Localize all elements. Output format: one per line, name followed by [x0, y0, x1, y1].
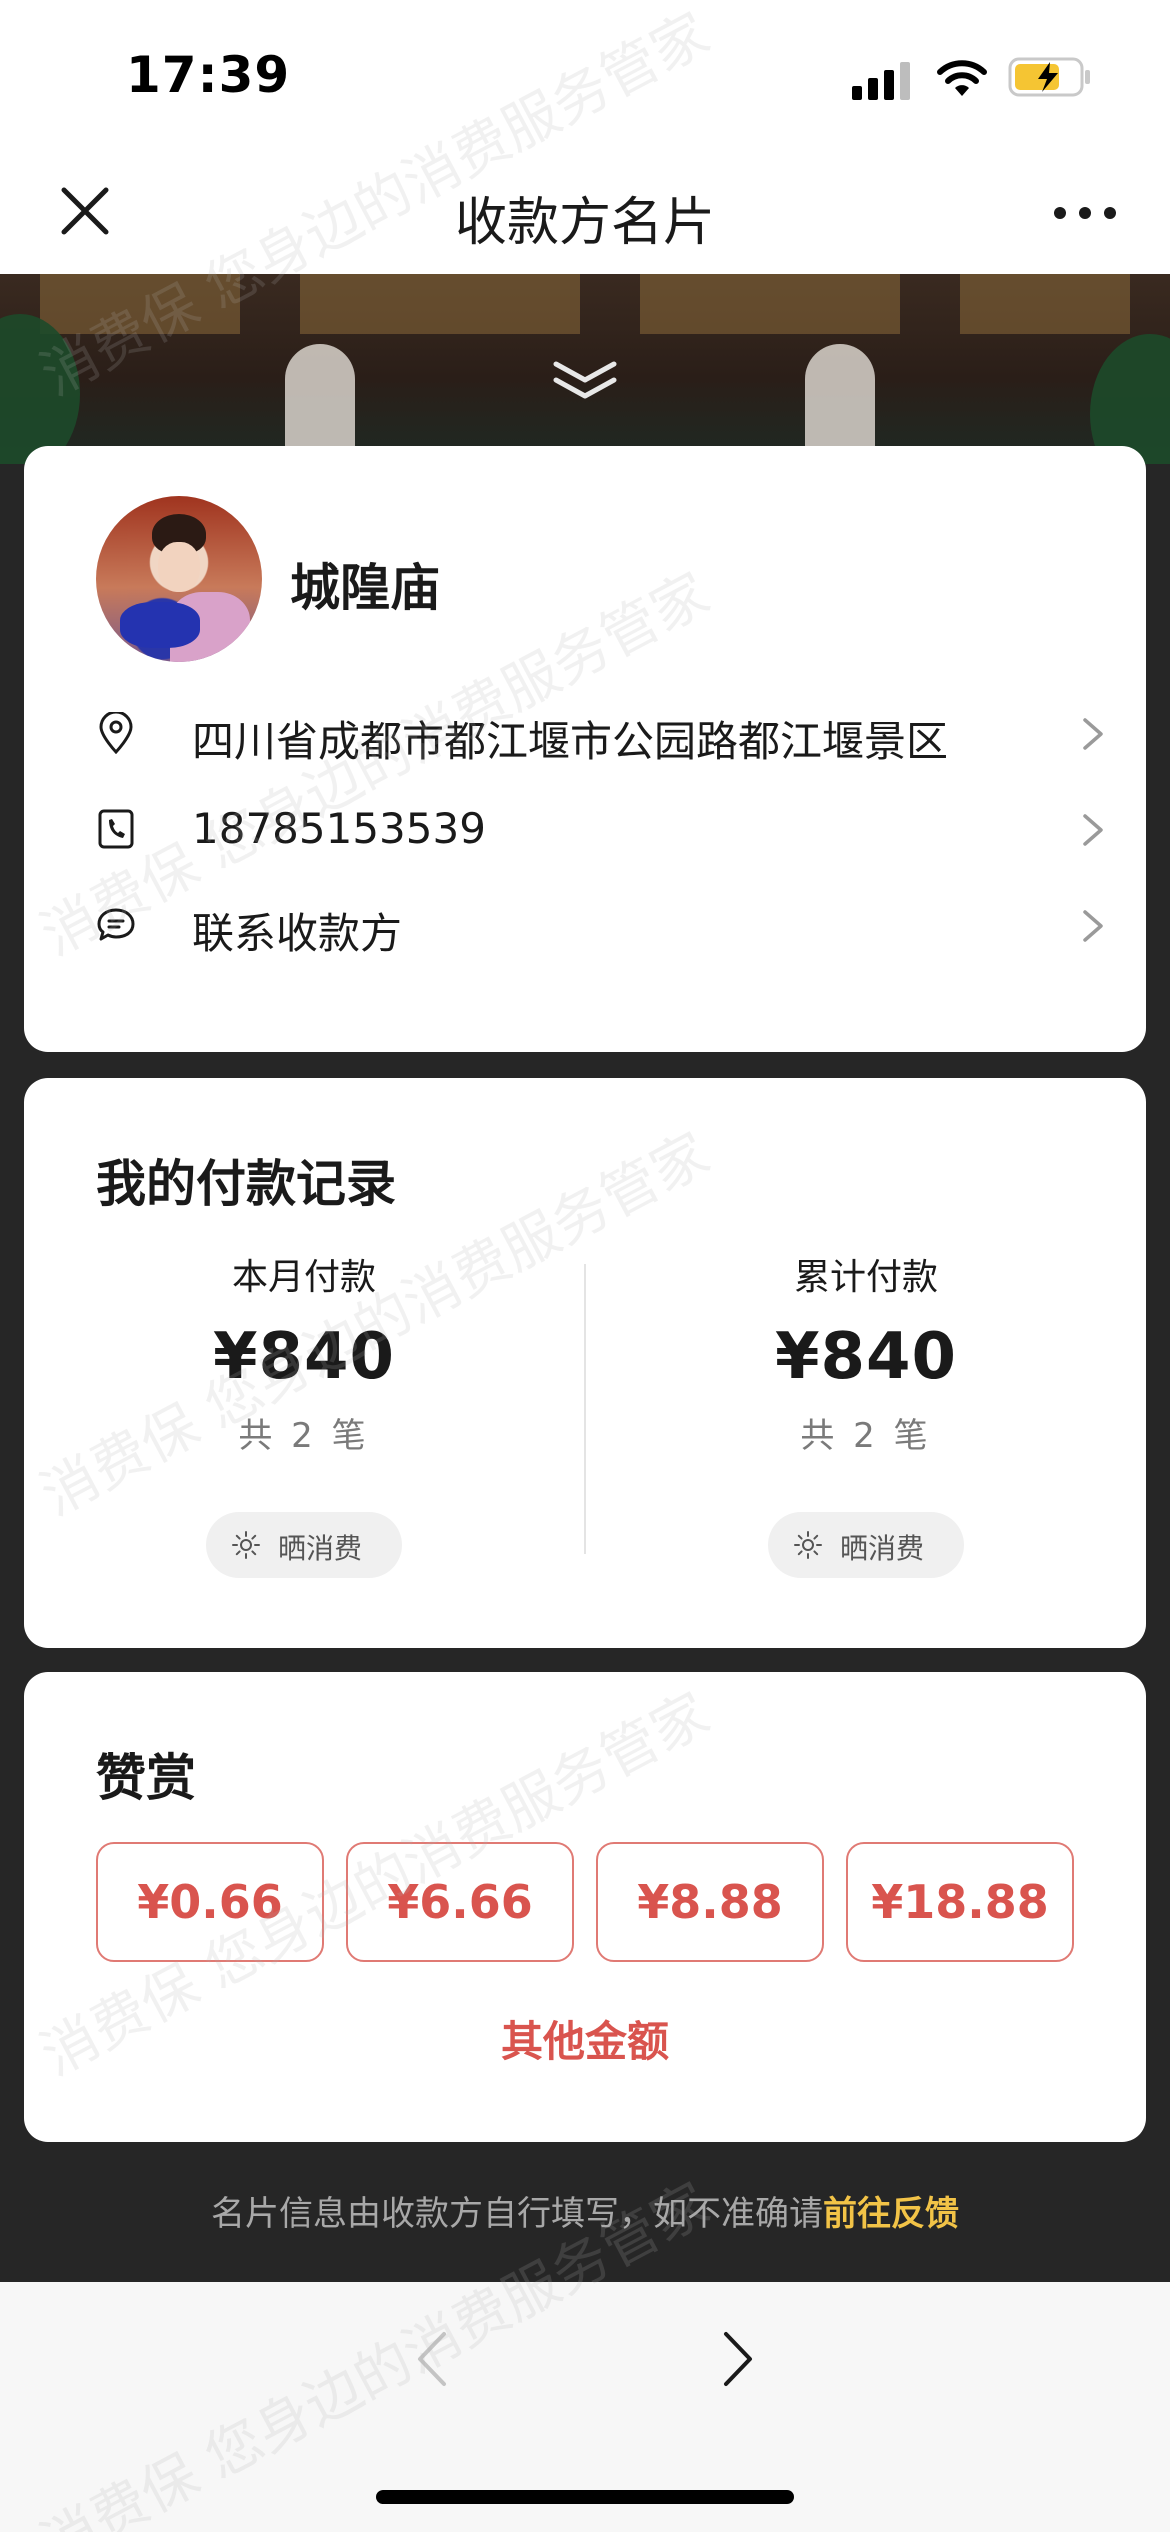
address-text: 四川省成都市都江堰市公园路都江堰景区 — [192, 717, 949, 766]
avatar — [96, 496, 262, 662]
merchant-name: 城隍庙 — [290, 559, 440, 617]
tip-title: 赞赏 — [96, 1749, 196, 1807]
chevron-right-icon — [1083, 910, 1103, 942]
wifi-icon — [937, 60, 987, 96]
status-time: 17:39 — [126, 46, 291, 104]
contact-payee-label: 联系收款方 — [192, 909, 403, 958]
tip-card: 赞赏 ¥0.66 ¥6.66 ¥8.88 ¥18.88 其他金额 — [24, 1672, 1146, 2142]
double-chevron-down-icon[interactable] — [550, 358, 620, 404]
phone-number-text: 18785153539 — [192, 804, 486, 853]
payment-records-title: 我的付款记录 — [96, 1155, 396, 1213]
this-month-amount: ¥840 — [212, 1320, 396, 1394]
tip-amount-button[interactable]: ¥18.88 — [846, 1842, 1074, 1962]
merchant-banner-image — [0, 274, 1170, 464]
total-count: 共 2 笔 — [800, 1416, 932, 1456]
forward-arrow-icon[interactable] — [718, 2328, 758, 2390]
home-indicator — [376, 2490, 794, 2504]
tip-amount-button[interactable]: ¥0.66 — [96, 1842, 324, 1962]
cellular-signal-icon — [852, 62, 910, 100]
other-amount-button[interactable]: 其他金额 — [24, 2008, 1146, 2069]
payment-records-card: 我的付款记录 本月付款 ¥840 共 2 笔 累计付款 ¥840 共 2 笔 晒… — [24, 1078, 1146, 1648]
merchant-profile-card: 城隍庙 四川省成都市都江堰市公园路都江堰景区 18785153539 联系收款方 — [24, 446, 1146, 1052]
share-consumption-label: 晒消费 — [278, 1532, 363, 1565]
bottom-navigation-bar — [0, 2282, 1170, 2532]
chevron-right-icon — [1083, 718, 1103, 750]
phone-row[interactable]: 18785153539 — [96, 794, 1106, 864]
share-consumption-label: 晒消费 — [840, 1532, 925, 1565]
more-icon[interactable] — [1050, 190, 1120, 236]
total-amount: ¥840 — [774, 1320, 958, 1394]
sun-icon — [232, 1531, 260, 1559]
nav-bar: 收款方名片 — [0, 150, 1170, 274]
back-arrow-icon[interactable] — [412, 2328, 452, 2390]
tip-amount-button[interactable]: ¥8.88 — [596, 1842, 824, 1962]
total-payment: 累计付款 ¥840 共 2 笔 — [666, 1248, 1066, 1457]
footer-note-text: 名片信息由收款方自行填写，如不准确请 — [211, 2194, 823, 2234]
feedback-link[interactable]: 前往反馈 — [823, 2194, 959, 2234]
total-label: 累计付款 — [793, 1257, 938, 1298]
chevron-right-icon — [1083, 814, 1103, 846]
address-row[interactable]: 四川省成都市都江堰市公园路都江堰景区 — [96, 698, 1106, 768]
page-title: 收款方名片 — [454, 193, 715, 253]
sun-icon — [794, 1531, 822, 1559]
chat-bubble-icon — [97, 908, 135, 941]
this-month-label: 本月付款 — [231, 1257, 376, 1298]
this-month-payment: 本月付款 ¥840 共 2 笔 — [104, 1248, 504, 1457]
share-consumption-button[interactable]: 晒消费 — [768, 1512, 964, 1578]
tip-amount-button[interactable]: ¥6.66 — [346, 1842, 574, 1962]
share-consumption-button[interactable]: 晒消费 — [206, 1512, 402, 1578]
battery-charging-icon — [1008, 57, 1090, 97]
status-bar: 17:39 — [0, 0, 1170, 150]
this-month-count: 共 2 笔 — [238, 1416, 370, 1456]
location-pin-icon — [99, 712, 133, 754]
phone-icon — [98, 809, 134, 849]
footer-note: 名片信息由收款方自行填写，如不准确请前往反馈 — [0, 2186, 1170, 2235]
contact-payee-row[interactable]: 联系收款方 — [96, 890, 1106, 960]
divider — [584, 1264, 586, 1554]
